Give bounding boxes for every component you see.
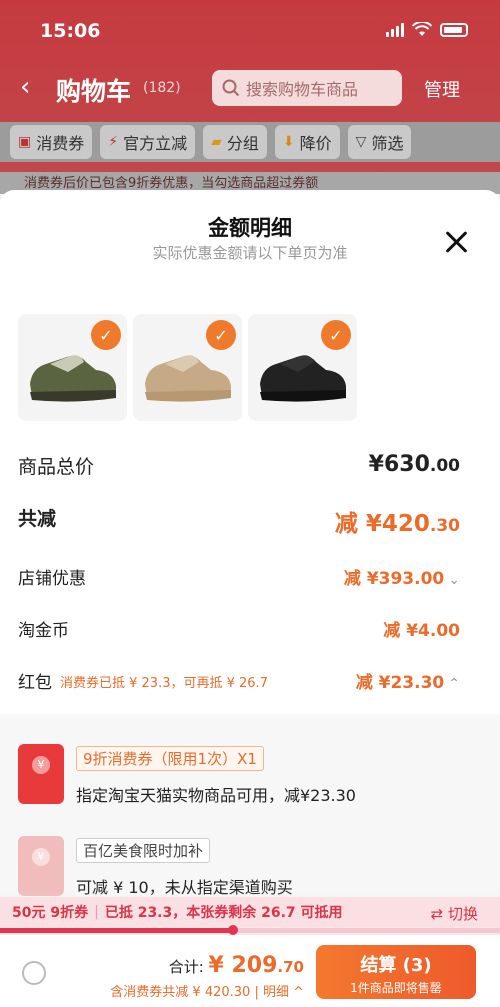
total-reduction-label: 共减 xyxy=(18,508,57,530)
sheet-title: 金额明细 xyxy=(208,216,292,240)
coupon-tag: 9折消费券（限用1次）X1 xyxy=(76,746,264,771)
status-time: 15:06 xyxy=(40,20,101,42)
coupon-tag: 百亿美食限时加补 xyxy=(76,838,211,863)
search-icon xyxy=(222,79,240,97)
coupon-item[interactable]: 9折消费券（限用1次）X1 指定淘宝天猫实物商品可用，减¥23.30 xyxy=(18,744,488,824)
navigation-bar: ‹ 购物车 (182) 搜索购物车商品 管理 xyxy=(0,68,500,112)
product-thumb-olive-sneaker[interactable]: ✓ xyxy=(18,314,127,421)
search-input[interactable]: 搜索购物车商品 xyxy=(212,70,402,106)
filter-price-drop[interactable]: ⬇ 降价 xyxy=(274,125,340,159)
total-price-main: ¥630 xyxy=(368,452,430,477)
chevron-up-icon: ⌃ xyxy=(448,676,460,692)
select-all-checkbox[interactable] xyxy=(22,961,46,985)
red-packet-note: 消费券已抵 ¥ 23.3，可再抵 ¥ 26.7 xyxy=(60,676,268,691)
red-packet-label: 红包 xyxy=(18,673,52,693)
coupon-icon: ▣ xyxy=(18,134,32,150)
checkout-subtext: 1件商品即将售罄 xyxy=(350,981,442,995)
close-icon[interactable] xyxy=(444,230,468,254)
search-placeholder: 搜索购物车商品 xyxy=(246,80,359,99)
lightning-icon: ⚡ xyxy=(108,134,119,150)
sneaker-image xyxy=(145,355,231,402)
filter-group[interactable]: ▰ 分组 xyxy=(203,125,267,159)
filter-label: 消费券 xyxy=(36,134,85,153)
amount-detail-sheet: 金额明细 实际优惠金额请以下单页为准 ✓ ✓ ✓ 商品总价 ¥630.00 共减… xyxy=(0,190,500,935)
sneaker-image xyxy=(30,355,116,402)
signal-icon xyxy=(386,22,404,37)
checkout-button[interactable]: 结算 (3) 1件商品即将售罄 xyxy=(316,945,476,999)
filter-official-discount[interactable]: ⚡ 官方立减 xyxy=(100,125,196,159)
status-bar: 15:06 xyxy=(0,0,500,62)
product-thumbnails: ✓ ✓ ✓ xyxy=(18,314,357,421)
coupon-description: 指定淘宝天猫实物商品可用，减¥23.30 xyxy=(76,786,356,805)
red-packet-amount: 减 ¥23.30 xyxy=(355,673,445,693)
battery-icon xyxy=(440,22,468,37)
page-title: 购物车 xyxy=(56,77,132,106)
shop-discount-value: 减 ¥393.00 ⌄ xyxy=(344,564,460,589)
red-envelope-icon xyxy=(18,744,64,804)
divider: | xyxy=(94,904,99,920)
status-icons xyxy=(386,22,468,37)
filter-bar: ▣ 消费券 ⚡ 官方立减 ▰ 分组 ⬇ 降价 ▽ 筛选 xyxy=(0,122,500,162)
filter-label: 官方立减 xyxy=(123,134,188,153)
total-price-decimals: .00 xyxy=(429,456,460,476)
coupon-savings-strip: 50元 9折券 | 已抵 23.3，本张券剩余 26.7 可抵用 ⇄ 切换 xyxy=(0,897,500,927)
total-label: 合计: xyxy=(168,958,204,976)
filter-label: 筛选 xyxy=(371,134,404,153)
sheet-subtitle: 实际优惠金额请以下单页为准 xyxy=(152,244,348,262)
checkmark-icon: ✓ xyxy=(206,320,236,350)
down-arrow-icon: ⬇ xyxy=(282,134,295,150)
red-envelope-icon xyxy=(18,836,64,896)
checkmark-icon: ✓ xyxy=(91,320,121,350)
coupon-usage: 已抵 23.3，本张券剩余 26.7 可抵用 xyxy=(104,905,343,921)
gold-coin-value: 减 ¥4.00 xyxy=(383,621,460,641)
wifi-icon xyxy=(412,22,432,36)
shop-discount-amount: 减 ¥393.00 xyxy=(343,569,445,589)
total-line: 合计: ¥ 209.70 xyxy=(169,953,304,978)
checkout-label: 结算 (3) xyxy=(360,955,432,976)
product-thumb-black-sneaker[interactable]: ✓ xyxy=(248,314,357,421)
sneaker-image xyxy=(260,355,346,402)
total-amount-decimals: .70 xyxy=(277,958,304,976)
total-amount: ¥ 209.70 xyxy=(209,953,304,978)
total-reduction-main: 减 ¥420 xyxy=(334,511,430,537)
row-shop-discount[interactable]: 店铺优惠 减 ¥393.00 ⌄ xyxy=(18,564,460,594)
total-price-value: ¥630.00 xyxy=(369,452,460,477)
gold-coin-label: 淘金币 xyxy=(18,621,69,641)
checkout-footer: 合计: ¥ 209.70 含消费券共减 ¥ 420.30 | 明细 ^ 结算 (… xyxy=(0,935,500,1007)
coupon-progress-fill xyxy=(0,928,233,933)
filter-label: 降价 xyxy=(299,134,332,153)
chevron-down-icon: ⌄ xyxy=(448,572,460,588)
coupon-progress-bar xyxy=(0,925,500,935)
total-reduction-decimals: .30 xyxy=(429,516,460,536)
row-total-price: 商品总价 ¥630.00 xyxy=(18,452,460,482)
manage-button[interactable]: 管理 xyxy=(424,76,460,102)
discount-breakdown-link[interactable]: 含消费券共减 ¥ 420.30 | 明细 ^ xyxy=(110,981,304,1000)
folder-icon: ▰ xyxy=(211,134,222,150)
total-price-label: 商品总价 xyxy=(18,456,95,478)
filter-filter[interactable]: ▽ 筛选 xyxy=(347,125,412,159)
product-thumb-beige-sneaker[interactable]: ✓ xyxy=(133,314,242,421)
row-red-packet[interactable]: 红包 消费券已抵 ¥ 23.3，可再抵 ¥ 26.7 减 ¥23.30 ⌃ xyxy=(18,668,460,698)
filter-icon: ▽ xyxy=(355,134,367,150)
coupon-name: 50元 9折券 xyxy=(12,905,89,921)
total-amount-main: ¥ 209 xyxy=(208,953,278,978)
filter-label: 分组 xyxy=(226,134,259,153)
cart-count: (182) xyxy=(143,80,181,96)
row-total-reduction: 共减 减 ¥420.30 xyxy=(18,504,460,537)
coupon-progress-dot xyxy=(228,925,238,935)
switch-coupon-button[interactable]: ⇄ 切换 xyxy=(431,903,478,924)
checkmark-icon: ✓ xyxy=(321,320,351,350)
red-packet-value: 减 ¥23.30 ⌃ xyxy=(356,668,460,693)
back-arrow-icon[interactable]: ‹ xyxy=(20,72,30,102)
total-reduction-value: 减 ¥420.30 xyxy=(335,504,460,538)
row-gold-coin: 淘金币 减 ¥4.00 xyxy=(18,616,460,646)
filter-coupon[interactable]: ▣ 消费券 xyxy=(10,125,93,159)
shop-discount-label: 店铺优惠 xyxy=(18,569,86,589)
